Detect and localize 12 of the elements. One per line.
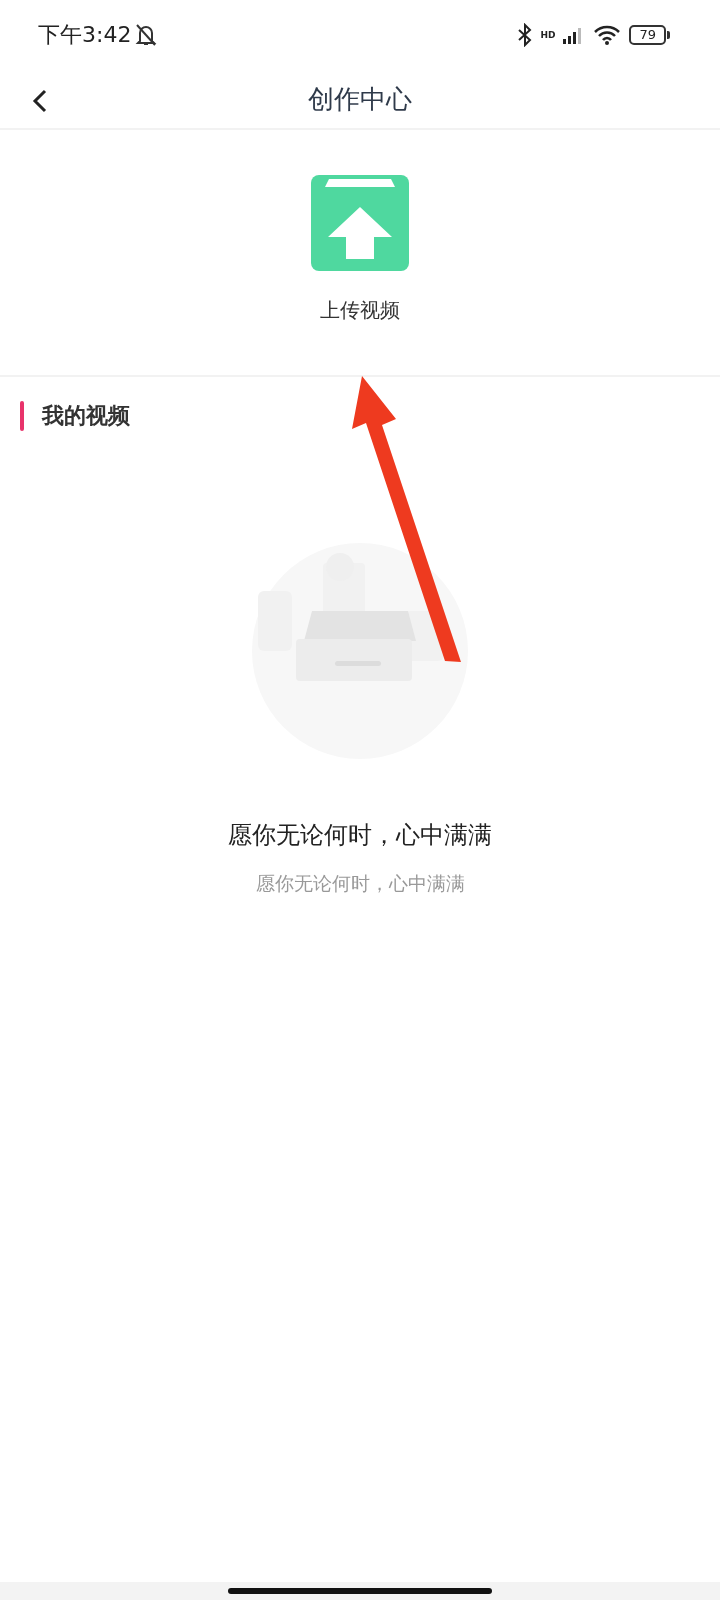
accent-bar [20, 401, 24, 431]
network-type: HD [540, 30, 556, 40]
page-title: 创作中心 [308, 82, 412, 116]
bell-off-icon [135, 23, 158, 47]
empty-subtitle: 愿你无论何时，心中满满 [255, 871, 465, 896]
upload-video-button[interactable]: 上传视频 [310, 173, 410, 324]
empty-title: 愿你无论何时，心中满满 [228, 820, 492, 851]
wifi-icon [593, 24, 622, 46]
upload-box-icon [310, 173, 410, 273]
section-title: 我的视频 [42, 402, 130, 430]
status-time: 下午3:42 [38, 21, 132, 49]
bluetooth-icon [518, 23, 533, 47]
